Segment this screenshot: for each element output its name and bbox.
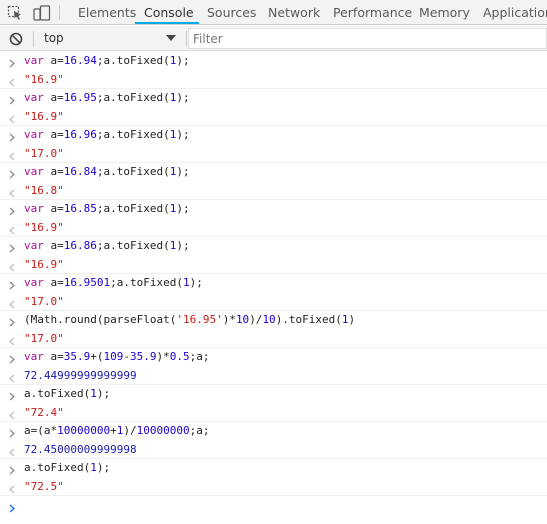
console-result[interactable]: "16.9" [24,73,64,87]
console-input-row: var a=16.94;a.toFixed(1); [0,52,547,71]
console-command[interactable]: a.toFixed(1); [24,461,110,475]
input-chevron-icon [8,427,16,438]
result-chevron-icon [8,409,16,419]
context-selector-label: top [44,31,64,45]
console-input-row: a.toFixed(1); [0,385,547,404]
console-result-row: "16.9" [0,256,547,274]
input-chevron-icon [8,205,16,216]
console-result[interactable]: "17.0" [24,332,64,346]
tab-memory[interactable]: Memory [419,0,470,25]
console-result[interactable]: "72.4" [24,406,64,420]
console-input-row: var a=16.95;a.toFixed(1); [0,89,547,108]
console-result[interactable]: 72.45000009999998 [24,443,137,457]
console-result[interactable]: "16.9" [24,258,64,272]
tab-network[interactable]: Network [268,0,320,25]
console-result[interactable]: "16.9" [24,221,64,235]
console-command[interactable]: a=(a*10000000+1)/10000000;a; [24,424,209,438]
console-result-row: "16.9" [0,219,547,237]
input-chevron-icon [8,464,16,475]
console-prompt[interactable] [0,496,547,516]
console-input-row: var a=16.84;a.toFixed(1); [0,163,547,182]
filter-input[interactable] [189,29,546,48]
result-chevron-icon [8,187,16,197]
input-chevron-icon [8,131,16,142]
console-command[interactable]: var a=16.9501;a.toFixed(1); [24,276,203,290]
console-result[interactable]: "17.0" [24,295,64,309]
result-chevron-icon [8,372,16,382]
console-result-row: 72.45000009999998 [0,441,547,459]
console-toolbar: top [0,26,547,51]
console-result[interactable]: "72.5" [24,480,64,494]
console-result-row: "72.4" [0,404,547,422]
result-chevron-icon [8,483,16,493]
console-input-row: var a=16.9501;a.toFixed(1); [0,274,547,293]
tab-elements[interactable]: Elements [78,0,136,25]
input-chevron-icon [8,242,16,253]
console-result-row: "17.0" [0,330,547,348]
console-input-row: a.toFixed(1); [0,459,547,478]
result-chevron-icon [8,150,16,160]
console-input-row: var a=16.96;a.toFixed(1); [0,126,547,145]
input-chevron-icon [8,94,16,105]
console-command[interactable]: var a=16.85;a.toFixed(1); [24,202,190,216]
console-input-row: var a=35.9+(109-35.9)*0.5;a; [0,348,547,367]
clear-console-icon[interactable] [9,32,23,46]
console-command[interactable]: var a=35.9+(109-35.9)*0.5;a; [24,350,210,364]
device-toolbar-icon[interactable] [29,0,55,25]
tab-sources[interactable]: Sources [207,0,256,25]
result-chevron-icon [8,113,16,123]
toolbar-divider [33,31,34,47]
console-command[interactable]: a.toFixed(1); [24,387,110,401]
input-chevron-icon [8,279,16,290]
console-result-row: "17.0" [0,293,547,311]
console-result-row: "16.8" [0,182,547,200]
input-chevron-icon [8,168,16,179]
context-selector[interactable]: top [35,28,185,49]
console-result[interactable]: "17.0" [24,147,64,161]
inspect-element-icon[interactable] [2,0,28,25]
console-input-row: var a=16.85;a.toFixed(1); [0,200,547,219]
console-result-row: "16.9" [0,71,547,89]
console-command[interactable]: var a=16.84;a.toFixed(1); [24,165,190,179]
console-result-row: 72.44999999999999 [0,367,547,385]
input-chevron-icon [8,57,16,68]
console-result[interactable]: "16.8" [24,184,64,198]
console-command[interactable]: var a=16.94;a.toFixed(1); [24,54,190,68]
filter-field[interactable] [188,28,547,49]
tab-application[interactable]: Application [483,0,547,25]
console-command[interactable]: var a=16.86;a.toFixed(1); [24,239,190,253]
result-chevron-icon [8,335,16,345]
result-chevron-icon [8,224,16,234]
input-chevron-icon [8,390,16,401]
console-input-row: a=(a*10000000+1)/10000000;a; [0,422,547,441]
tab-bar-divider [59,5,60,20]
console-result[interactable]: "16.9" [24,110,64,124]
result-chevron-icon [8,446,16,456]
active-tab-indicator [135,22,199,24]
toolbar-divider [186,31,187,47]
console-command[interactable]: (Math.round(parseFloat('16.95')*10)/10).… [24,313,355,327]
input-chevron-icon [8,353,16,364]
result-chevron-icon [8,76,16,86]
prompt-chevron-icon [8,502,16,513]
dropdown-arrow-icon [166,35,176,41]
console-result[interactable]: 72.44999999999999 [24,369,137,383]
console-command[interactable]: var a=16.96;a.toFixed(1); [24,128,190,142]
console-result-row: "72.5" [0,478,547,496]
tab-performance[interactable]: Performance [333,0,412,25]
console-input-row: var a=16.86;a.toFixed(1); [0,237,547,256]
devtools-tab-bar: Elements Console Sources Network Perform… [0,0,547,25]
result-chevron-icon [8,261,16,271]
console-log: var a=16.94;a.toFixed(1); "16.9" var a=16.… [0,52,547,516]
console-result-row: "17.0" [0,145,547,163]
result-chevron-icon [8,298,16,308]
console-input-row: (Math.round(parseFloat('16.95')*10)/10).… [0,311,547,330]
input-chevron-icon [8,316,16,327]
console-command[interactable]: var a=16.95;a.toFixed(1); [24,91,190,105]
console-result-row: "16.9" [0,108,547,126]
